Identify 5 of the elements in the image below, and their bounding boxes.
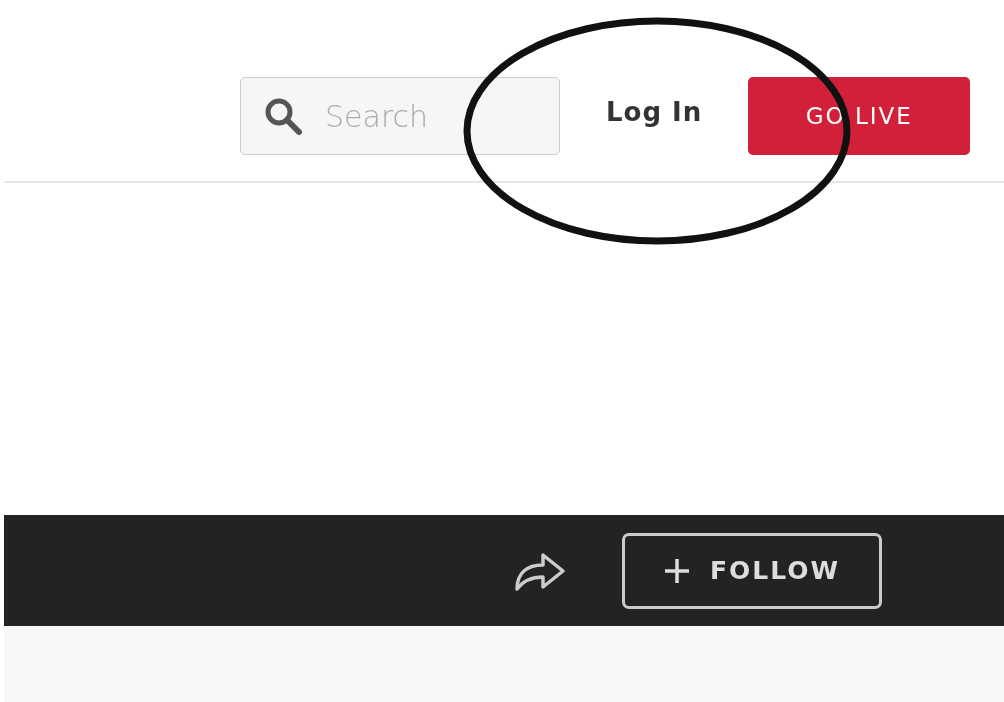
login-link[interactable]: Log In xyxy=(606,97,703,127)
search-field[interactable]: Search xyxy=(240,77,560,155)
go-live-button[interactable]: GO LIVE xyxy=(748,77,971,155)
plus-icon xyxy=(663,557,690,584)
follow-button[interactable]: FOLLOW xyxy=(622,532,882,609)
